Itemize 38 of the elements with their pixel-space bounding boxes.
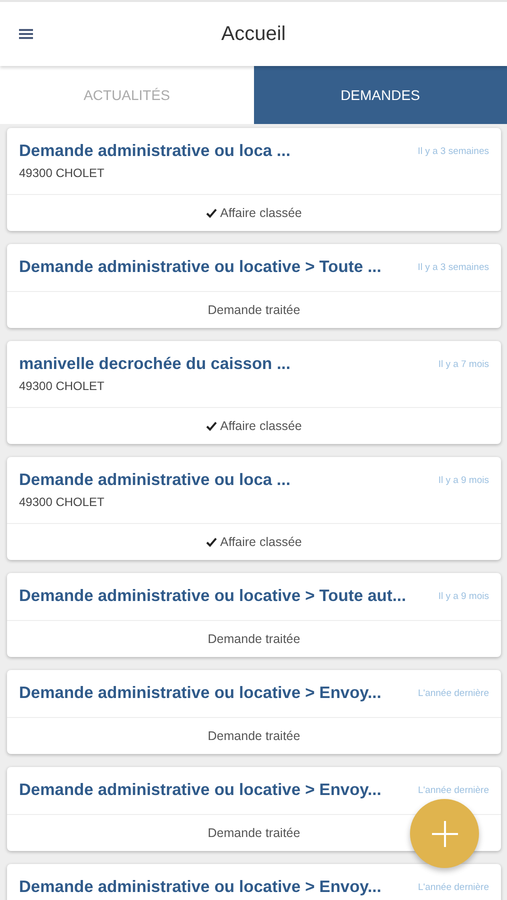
request-title: Demande administrative ou locative > Toute ... — [19, 258, 382, 277]
request-card[interactable]: Demande administrative ou loca ... 49300 CHOLET Il y a 9 mois Affaire classée — [7, 457, 501, 560]
plus-icon — [432, 820, 458, 846]
request-address: 49300 CHOLET — [19, 166, 106, 180]
request-card[interactable]: manivelle decrochée du caisson ... 49300 CHOLET Il y a 7 mois Affaire classée — [7, 341, 501, 444]
request-time: Il y a 9 mois — [438, 590, 489, 602]
menu-button[interactable] — [19, 28, 33, 40]
request-time: L'année dernière — [418, 784, 489, 796]
request-time: Il y a 7 mois — [438, 358, 489, 370]
page-title: Accueil — [220, 22, 287, 46]
request-title: Demande administrative ou loca ... — [19, 471, 292, 490]
request-card[interactable]: Demande administrative ou locative > Toute aut... Il y a 9 mois Demande traitée — [7, 573, 501, 657]
tab[interactable]: DEMANDES — [254, 66, 507, 124]
request-title: Demande administrative ou locative > Envoy... — [19, 878, 382, 897]
request-card[interactable]: Demande administrative ou locative > Toute ... Il y a 3 semaines Demande traitée — [7, 244, 501, 328]
request-address: 49300 CHOLET — [19, 379, 106, 393]
request-status: Demande traitée — [208, 826, 300, 840]
request-status: Demande traitée — [208, 303, 300, 317]
request-status: Demande traitée — [208, 632, 300, 646]
request-title: Demande administrative ou locative > Envoy... — [19, 684, 382, 703]
request-address: 49300 CHOLET — [19, 495, 106, 509]
request-card[interactable]: Demande administrative ou loca ... 49300 CHOLET Il y a 3 semaines Affaire classée — [7, 128, 501, 231]
request-status: Affaire classée — [220, 535, 302, 549]
request-card[interactable]: Demande administrative ou locative > Envoy... L'année dernière — [7, 864, 501, 900]
request-status: Affaire classée — [220, 419, 302, 433]
request-time: Il y a 9 mois — [438, 474, 489, 486]
request-card[interactable]: Demande administrative ou locative > Envoy... L'année dernière Demande traitée — [7, 670, 501, 754]
request-title: Demande administrative ou locative > Toute aut... — [19, 587, 408, 606]
request-time: Il y a 3 semaines — [418, 261, 489, 273]
request-title: Demande administrative ou locative > Envoy... — [19, 781, 382, 800]
request-time: L'année dernière — [418, 881, 489, 893]
request-status: Demande traitée — [208, 729, 300, 743]
request-time: L'année dernière — [418, 687, 489, 699]
request-title: manivelle decrochée du caisson ... — [19, 355, 292, 374]
request-card[interactable]: Demande administrative ou locative > Envoy... L'année dernière Demande traitée — [7, 767, 501, 851]
request-time: Il y a 3 semaines — [418, 145, 489, 157]
request-status: Affaire classée — [220, 206, 302, 220]
request-title: Demande administrative ou loca ... — [19, 142, 292, 161]
